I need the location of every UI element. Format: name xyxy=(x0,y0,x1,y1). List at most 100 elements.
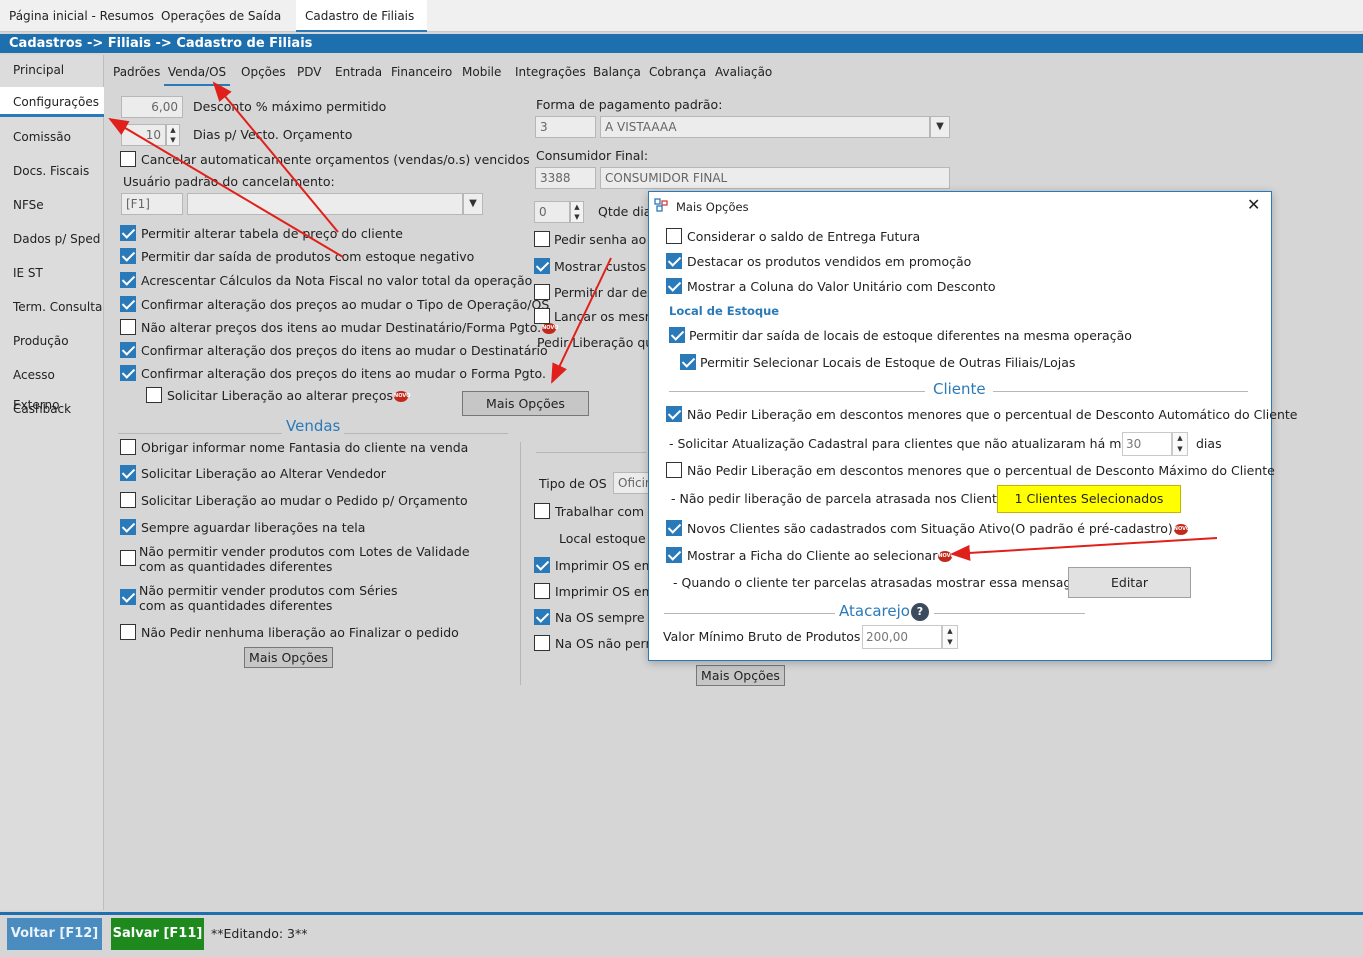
check-lotes-validade[interactable] xyxy=(120,550,136,566)
subtab-venda-os[interactable]: Venda/OS xyxy=(164,62,230,86)
more-options-button-vendas[interactable]: Mais Opções xyxy=(244,647,333,668)
sidebar-item-ie-st[interactable]: IE ST xyxy=(0,258,104,288)
subtab-pdv[interactable]: PDV xyxy=(295,62,323,86)
discount-label: Desconto % máximo permitido xyxy=(193,99,387,114)
days-input[interactable]: 10 xyxy=(121,124,166,146)
modal-check-desc-automatico[interactable] xyxy=(666,406,682,422)
close-icon[interactable]: ✕ xyxy=(1247,197,1260,213)
check-series[interactable] xyxy=(120,589,136,605)
modal-check-ficha-cliente[interactable] xyxy=(666,547,682,563)
consumer-name[interactable]: CONSUMIDOR FINAL xyxy=(600,167,950,189)
check-mostrar-custos[interactable] xyxy=(534,258,550,274)
more-options-dialog: Mais Opções ✕ Considerar o saldo de Entr… xyxy=(648,191,1297,661)
check-alterar-tabela[interactable] xyxy=(120,225,136,241)
update-unit-label: dias xyxy=(1196,436,1222,451)
tab-pagina-inicial[interactable]: Página inicial - Resumos xyxy=(0,0,163,32)
check-imprimir-os-2[interactable] xyxy=(534,583,550,599)
modal-check-outras-filiais[interactable] xyxy=(680,354,696,370)
sidebar-item-configuracoes[interactable]: Configurações xyxy=(0,87,104,117)
default-user-code[interactable]: [F1] xyxy=(121,193,183,215)
subtab-cobranca[interactable]: Cobrança xyxy=(647,62,708,86)
sidebar-item-docs-fiscais[interactable]: Docs. Fiscais xyxy=(0,156,104,186)
check-destinatario[interactable] xyxy=(120,342,136,358)
consumer-label: Consumidor Final: xyxy=(536,148,649,163)
more-options-button-main[interactable]: Mais Opções xyxy=(462,391,589,416)
default-user-name[interactable] xyxy=(187,193,463,215)
min-value-stepper[interactable]: ▲ ▼ xyxy=(942,625,958,649)
min-value-label: Valor Mínimo Bruto de Produtos xyxy=(663,629,861,644)
chevron-down-icon[interactable]: ▼ xyxy=(930,116,950,138)
check-series-label1: Não permitir vender produtos com Séries xyxy=(139,583,398,598)
tab-cadastro-filiais[interactable]: Cadastro de Filiais xyxy=(296,0,427,32)
subtab-entrada[interactable]: Entrada xyxy=(333,62,384,86)
tab-operacoes-saida[interactable]: Operações de Saída xyxy=(152,0,290,32)
days-label: Dias p/ Vecto. Orçamento xyxy=(193,127,353,142)
edit-message-button[interactable]: Editar xyxy=(1068,567,1191,598)
check-estoque-negativo[interactable] xyxy=(120,248,136,264)
tipo-os-input[interactable]: Oficin xyxy=(613,472,653,494)
sidebar-item-term-consulta[interactable]: Term. Consulta xyxy=(0,292,104,322)
modal-check-coluna-desconto[interactable] xyxy=(666,278,682,294)
check-pedido-orcamento[interactable] xyxy=(120,492,136,508)
cancel-auto-checkbox[interactable] xyxy=(120,151,136,167)
selected-clients-button[interactable]: 1 Clientes Selecionados xyxy=(997,485,1181,513)
check-liberacao-precos[interactable] xyxy=(146,387,162,403)
bottom-bar xyxy=(0,912,1363,957)
chevron-down-icon[interactable]: ▼ xyxy=(463,193,483,215)
sidebar-item-comissao[interactable]: Comissão xyxy=(0,122,104,152)
check-os-nao-perm[interactable] xyxy=(534,635,550,651)
subtab-balanca[interactable]: Balança xyxy=(591,62,643,86)
subtab-avaliacao[interactable]: Avaliação xyxy=(713,62,774,86)
help-icon[interactable]: ? xyxy=(911,603,929,621)
check-imprimir-os-1[interactable] xyxy=(534,557,550,573)
check-alterar-vendedor[interactable] xyxy=(120,465,136,481)
divider xyxy=(536,452,646,453)
payment-code[interactable]: 3 xyxy=(535,116,596,138)
subtab-integracoes[interactable]: Integrações xyxy=(513,62,588,86)
check-lancar-mesm-label: Lançar os mesm xyxy=(554,309,657,324)
subtab-financeiro[interactable]: Financeiro xyxy=(389,62,454,86)
min-value-input[interactable]: 200,00 xyxy=(862,625,942,649)
sidebar-item-acesso-externo[interactable]: Acesso Externo xyxy=(0,360,104,412)
subtab-padroes[interactable]: Padrões xyxy=(111,62,162,86)
check-nenhuma-liberacao[interactable] xyxy=(120,624,136,640)
check-tipo-operacao-label: Confirmar alteração dos preços ao mudar … xyxy=(141,297,550,312)
check-aguardar-liberacoes[interactable] xyxy=(120,519,136,535)
check-calculos-nf[interactable] xyxy=(120,272,136,288)
check-lancar-mesm[interactable] xyxy=(534,308,550,324)
check-tipo-operacao[interactable] xyxy=(120,296,136,312)
discount-input[interactable]: 6,00 xyxy=(121,96,183,118)
sidebar-item-cashback[interactable]: Cashback xyxy=(0,394,104,424)
modal-check-desc-maximo[interactable] xyxy=(666,462,682,478)
cancel-auto-label: Cancelar automaticamente orçamentos (ven… xyxy=(141,152,530,167)
check-trabalhar[interactable] xyxy=(534,503,550,519)
modal-check-promocao[interactable] xyxy=(666,253,682,269)
sidebar-item-principal[interactable]: Principal xyxy=(0,55,104,85)
check-nao-alterar-precos[interactable] xyxy=(120,319,136,335)
modal-check-entrega-futura[interactable] xyxy=(666,228,682,244)
update-days-input[interactable]: 30 xyxy=(1122,432,1172,456)
check-pedir-senha[interactable] xyxy=(534,231,550,247)
days-stepper[interactable]: ▲ ▼ xyxy=(166,124,180,146)
subtab-opcoes[interactable]: Opções xyxy=(239,62,288,86)
sidebar-item-dados-sped[interactable]: Dados p/ Sped xyxy=(0,224,104,254)
check-forma-pgto[interactable] xyxy=(120,365,136,381)
qtde-input[interactable]: 0 xyxy=(534,201,570,223)
consumer-code[interactable]: 3388 xyxy=(535,167,596,189)
check-os-sempre[interactable] xyxy=(534,609,550,625)
check-nome-fantasia[interactable] xyxy=(120,439,136,455)
modal-check-promocao-label: Destacar os produtos vendidos em promoçã… xyxy=(687,254,972,269)
payment-name[interactable]: A VISTAAAA xyxy=(600,116,930,138)
check-permitir-desc[interactable] xyxy=(534,284,550,300)
back-button[interactable]: Voltar [F12] xyxy=(7,918,102,950)
save-button[interactable]: Salvar [F11] xyxy=(111,918,204,950)
update-days-stepper[interactable]: ▲ ▼ xyxy=(1172,432,1188,456)
subtab-mobile[interactable]: Mobile xyxy=(460,62,503,86)
qtde-stepper[interactable]: ▲ ▼ xyxy=(570,201,584,223)
sidebar-item-nfse[interactable]: NFSe xyxy=(0,190,104,220)
sidebar-item-producao[interactable]: Produção xyxy=(0,326,104,356)
modal-check-situacao-ativo[interactable] xyxy=(666,520,682,536)
check-alterar-vendedor-label: Solicitar Liberação ao Alterar Vendedor xyxy=(141,466,386,481)
modal-check-locais-estoque[interactable] xyxy=(669,327,685,343)
more-options-button-os[interactable]: Mais Opções xyxy=(696,665,785,686)
